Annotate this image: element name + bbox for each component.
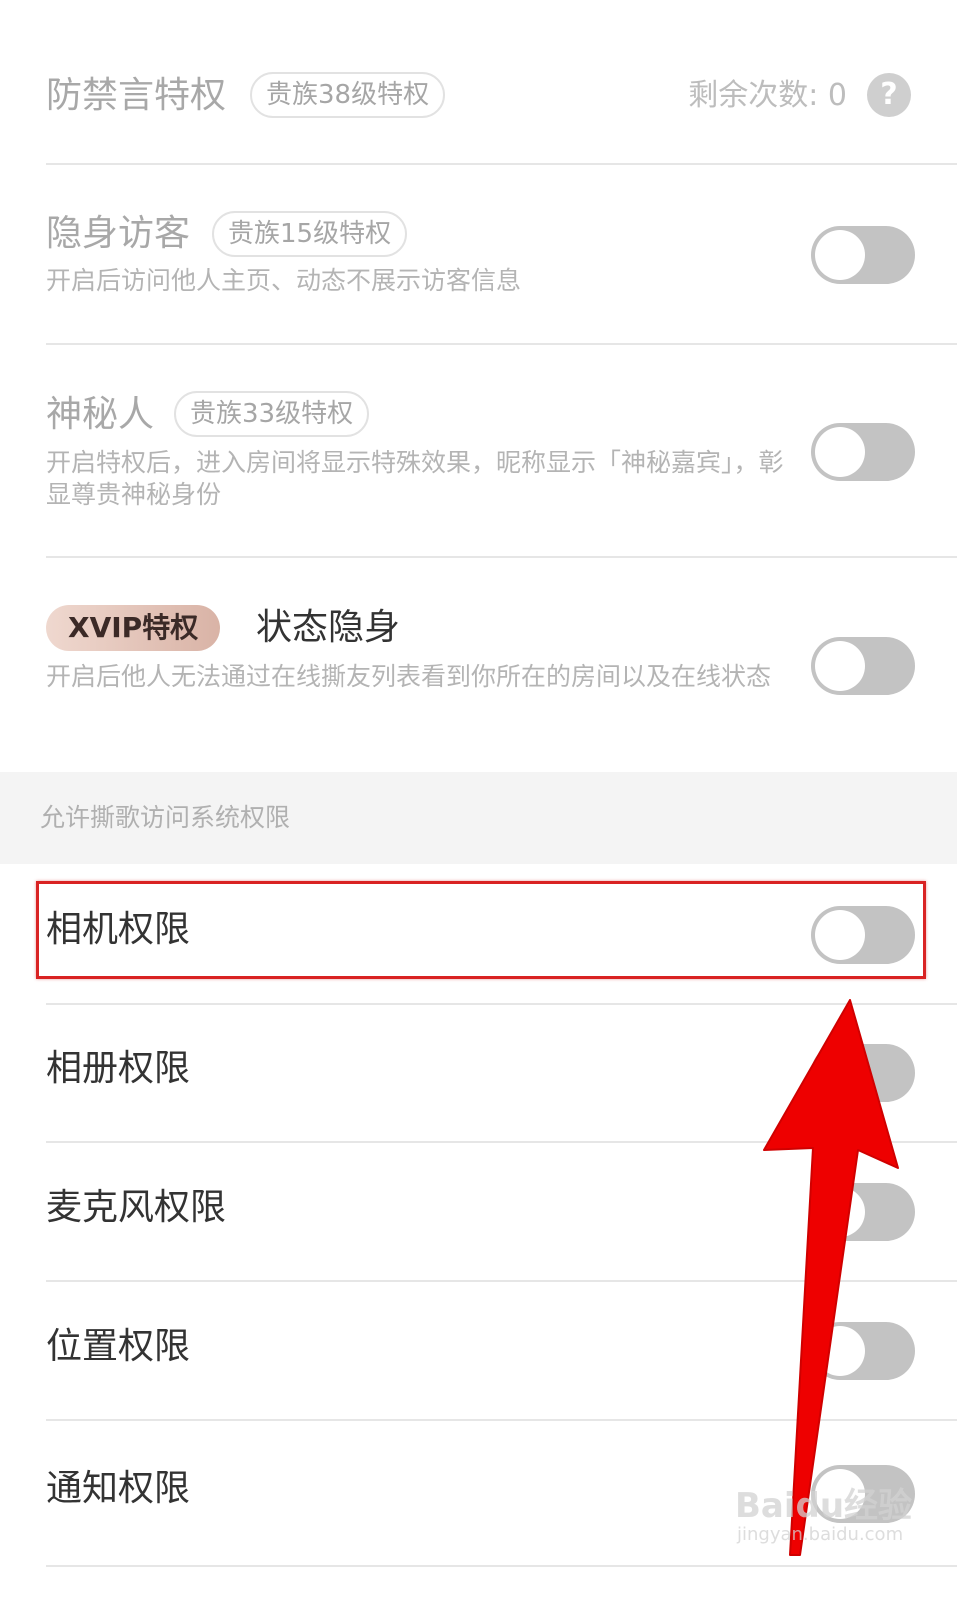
stealth-visitor-title: 隐身访客 [46, 213, 191, 254]
baidu-watermark: Baidu经验 jingyan.baidu.com [735, 1478, 925, 1558]
location-permission-label: 位置权限 [46, 1326, 191, 1367]
album-permission-toggle[interactable] [811, 1044, 915, 1102]
xvip-badge: XVIP特权 [46, 605, 221, 651]
microphone-permission-label: 麦克风权限 [46, 1187, 227, 1228]
stealth-visitor-desc: 开启后访问他人主页、动态不展示访客信息 [46, 266, 522, 295]
watermark-main-text: Baidu经验 [735, 1486, 913, 1526]
settings-page: 防禁言特权 贵族38级特权 剩余次数: 0 ? 隐身访客 贵族15级特权 开启后… [0, 0, 977, 1600]
anti-mute-row: 防禁言特权 贵族38级特权 剩余次数: 0 ? [0, 0, 977, 165]
watermark-sub-text: jingyan.baidu.com [737, 1524, 904, 1545]
remaining-value: 0 [827, 78, 847, 113]
section-header-text: 允许撕歌访问系统权限 [40, 803, 291, 832]
mystery-person-title: 神秘人 [46, 394, 155, 435]
album-permission-row[interactable]: 相册权限 [0, 1004, 977, 1143]
status-stealth-toggle[interactable] [811, 637, 915, 695]
anti-mute-title: 防禁言特权 [46, 75, 227, 116]
remaining-label: 剩余次数: [688, 78, 819, 113]
remaining-count: 剩余次数: 0 [688, 78, 847, 114]
mystery-person-toggle[interactable] [811, 423, 915, 481]
status-stealth-desc: 开启后他人无法通过在线撕友列表看到你所在的房间以及在线状态 [46, 662, 772, 691]
notification-permission-label: 通知权限 [46, 1468, 191, 1509]
microphone-permission-row[interactable]: 麦克风权限 [0, 1143, 977, 1282]
anti-mute-level-tag: 贵族38级特权 [250, 72, 446, 118]
status-stealth-row: XVIP特权 状态隐身 开启后他人无法通过在线撕友列表看到你所在的房间以及在线状… [0, 558, 977, 772]
toggle-knob [815, 1048, 865, 1098]
location-permission-toggle[interactable] [811, 1322, 915, 1380]
system-permission-section-header: 允许撕歌访问系统权限 [0, 772, 957, 864]
toggle-knob [815, 230, 865, 280]
toggle-knob [815, 427, 865, 477]
toggle-knob [815, 641, 865, 691]
album-permission-label: 相册权限 [46, 1048, 191, 1089]
toggle-knob [815, 1187, 865, 1237]
stealth-visitor-row: 隐身访客 贵族15级特权 开启后访问他人主页、动态不展示访客信息 [0, 165, 977, 345]
mystery-person-row: 神秘人 贵族33级特权 开启特权后，进入房间将显示特殊效果，昵称显示「神秘嘉宾」… [0, 345, 977, 558]
stealth-visitor-toggle[interactable] [811, 226, 915, 284]
camera-highlight-box [36, 881, 926, 979]
mystery-person-desc: 开启特权后，进入房间将显示特殊效果，昵称显示「神秘嘉宾」，彰显尊贵神秘身份 [46, 448, 784, 509]
location-permission-row[interactable]: 位置权限 [0, 1282, 977, 1421]
divider [46, 1565, 957, 1567]
stealth-visitor-level-tag: 贵族15级特权 [212, 211, 408, 257]
microphone-permission-toggle[interactable] [811, 1183, 915, 1241]
help-question-icon[interactable]: ? [867, 73, 911, 117]
status-stealth-title: 状态隐身 [256, 607, 401, 648]
toggle-knob [815, 1326, 865, 1376]
mystery-person-level-tag: 贵族33级特权 [174, 391, 370, 437]
